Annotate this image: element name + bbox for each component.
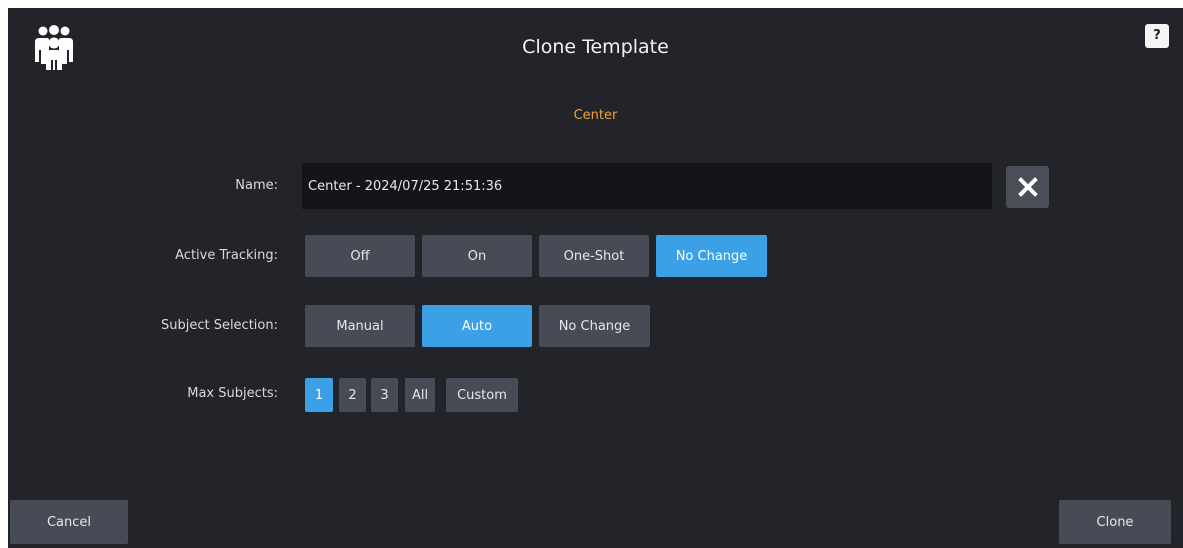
max-subjects-1-button[interactable]: 1: [305, 378, 333, 412]
clear-name-button[interactable]: [1006, 166, 1049, 208]
max-subjects-custom-button[interactable]: Custom: [446, 378, 518, 412]
name-label: Name:: [235, 178, 278, 193]
max-subjects-label: Max Subjects:: [187, 386, 278, 401]
max-subjects-3-button[interactable]: 3: [371, 378, 398, 412]
max-subjects-all-button[interactable]: All: [405, 378, 435, 412]
help-button[interactable]: ?: [1145, 24, 1169, 48]
active-tracking-off-button[interactable]: Off: [305, 235, 415, 277]
subject-selection-manual-button[interactable]: Manual: [305, 305, 415, 347]
name-field[interactable]: [302, 163, 992, 209]
active-tracking-on-button[interactable]: On: [422, 235, 532, 277]
active-tracking-label: Active Tracking:: [175, 248, 278, 263]
dialog-title: Clone Template: [522, 36, 669, 58]
clone-button[interactable]: Clone: [1059, 500, 1171, 544]
cancel-button[interactable]: Cancel: [10, 500, 128, 544]
template-name-subtitle: Center: [573, 108, 618, 123]
subject-selection-no-change-button[interactable]: No Change: [539, 305, 650, 347]
subject-selection-label: Subject Selection:: [160, 318, 278, 333]
active-tracking-one-shot-button[interactable]: One-Shot: [539, 235, 649, 277]
subject-selection-auto-button[interactable]: Auto: [422, 305, 532, 347]
clone-template-dialog: Clone Template ? Center Name: Active Tra…: [8, 8, 1183, 548]
close-icon: [1017, 177, 1038, 197]
max-subjects-2-button[interactable]: 2: [339, 378, 366, 412]
active-tracking-no-change-button[interactable]: No Change: [656, 235, 767, 277]
